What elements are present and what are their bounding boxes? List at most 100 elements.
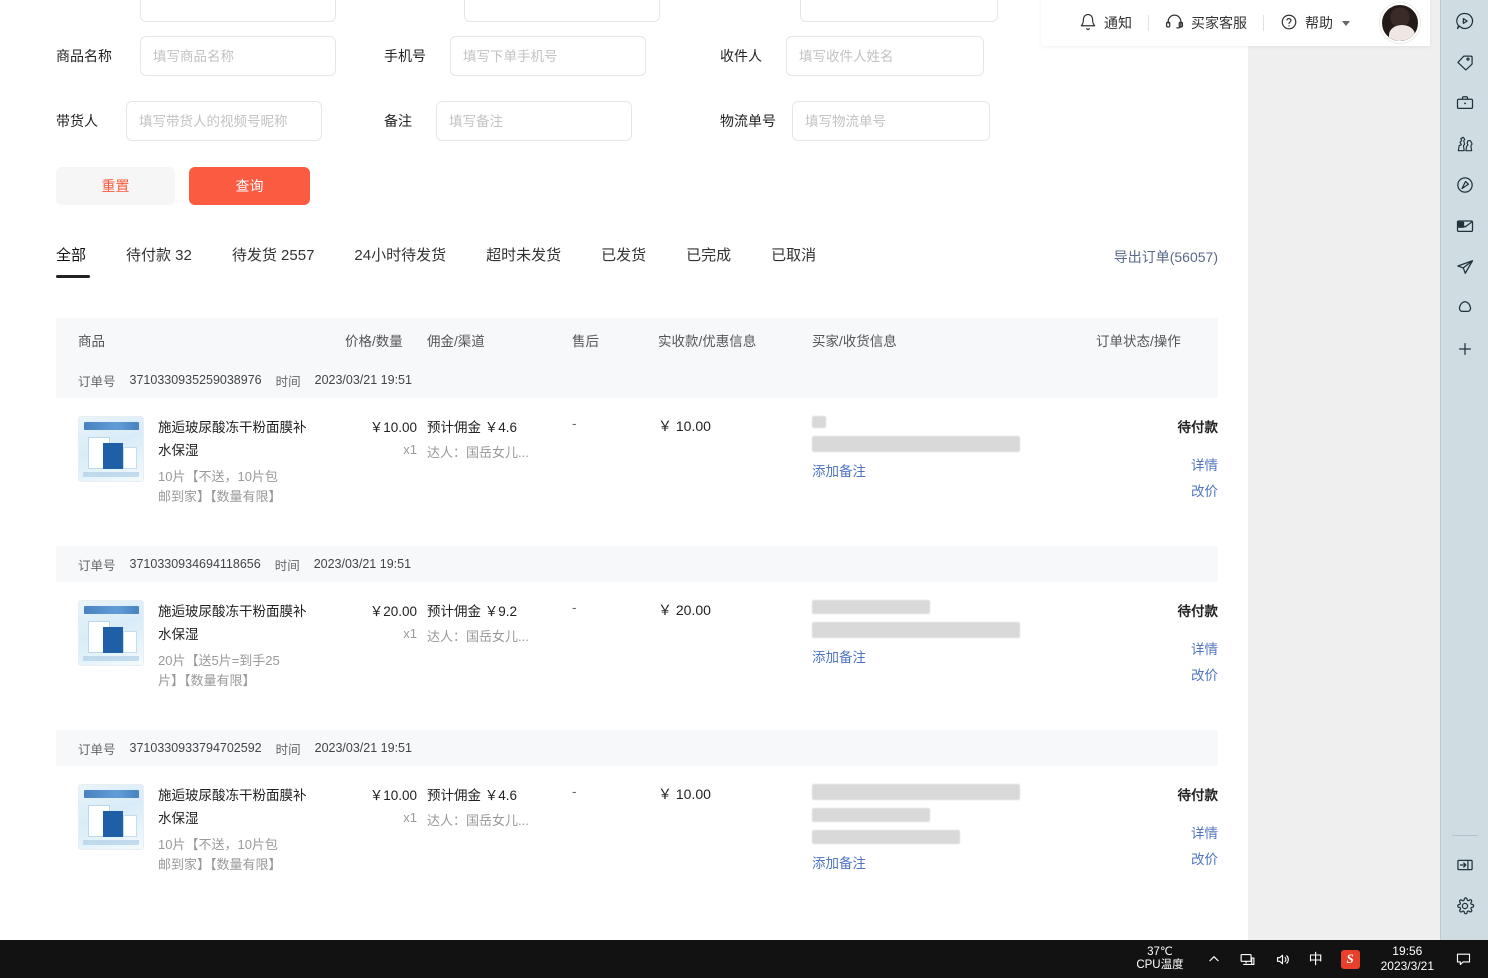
cell-product[interactable]: 施逅玻尿酸冻干粉面膜补水保湿 10片【不送，10片包邮到家】【数量有限】 <box>78 784 328 875</box>
thumb-title-bar <box>84 422 139 430</box>
thumb-title-bar <box>84 606 139 614</box>
search-input-remark[interactable] <box>436 101 632 141</box>
buyer-address-redacted <box>812 436 1020 452</box>
search-input-tracking-no[interactable] <box>792 101 990 141</box>
search-input-phone[interactable] <box>450 36 646 76</box>
cpu-temperature-widget[interactable]: 37℃ CPU温度 <box>1122 940 1197 978</box>
product-thumbnail[interactable] <box>78 416 144 482</box>
commission-value: 预计佣金 ￥9.2 <box>427 600 567 620</box>
plus-icon[interactable] <box>1445 328 1485 369</box>
sogou-input-button[interactable]: S <box>1332 940 1369 978</box>
detail-link[interactable]: 详情 <box>1096 454 1218 474</box>
col-header-commission-channel: 佣金/渠道 <box>427 330 485 350</box>
modify-price-link[interactable]: 改价 <box>1096 480 1218 500</box>
tab-overdue-unshipped[interactable]: 超时未发货 <box>486 246 561 278</box>
table-row: 施逅玻尿酸冻干粉面膜补水保湿 20片【送5片=到手25片】【数量有限】 ￥20.… <box>56 582 1218 730</box>
tab-pending-shipment[interactable]: 待发货 2557 <box>232 246 315 278</box>
tab-all[interactable]: 全部 <box>56 246 86 278</box>
buyer-service-button[interactable]: 买家客服 <box>1149 12 1263 34</box>
cell-product[interactable]: 施逅玻尿酸冻干粉面膜补水保湿 10片【不送，10片包邮到家】【数量有限】 <box>78 416 328 507</box>
notification-bubble-icon <box>1455 951 1472 968</box>
status-badge: 待付款 <box>1096 600 1218 620</box>
search-input-receiver[interactable] <box>786 36 984 76</box>
search-input-promoter[interactable] <box>126 101 322 141</box>
clock-date: 2023/3/21 <box>1381 959 1434 974</box>
add-note-link[interactable]: 添加备注 <box>812 852 1082 872</box>
collapse-panel-icon[interactable] <box>1445 844 1485 885</box>
help-menu-button[interactable]: 帮助 <box>1264 13 1366 34</box>
page-background <box>1248 0 1440 940</box>
cloud-icon[interactable] <box>1445 287 1485 328</box>
order-management-page: 商品名称 手机号 收件人 带货人 备注 物流单号 <box>0 0 1248 940</box>
modify-price-link[interactable]: 改价 <box>1096 848 1218 868</box>
buyer-name-redacted <box>812 600 930 614</box>
commission-value: 预计佣金 ￥4.6 <box>427 416 567 436</box>
product-name: 施逅玻尿酸冻干粉面膜补水保湿 <box>158 784 318 830</box>
order-block: 订单号 3710330935259038976 时间 2023/03/21 19… <box>56 362 1218 546</box>
product-thumbnail[interactable] <box>78 600 144 666</box>
product-thumbnail[interactable] <box>78 784 144 850</box>
detail-link[interactable]: 详情 <box>1096 638 1218 658</box>
thumb-box-2 <box>103 627 123 653</box>
cell-price-qty: ￥10.00 x1 <box>345 416 417 457</box>
order-no-label: 订单号 <box>78 555 116 574</box>
modify-price-link[interactable]: 改价 <box>1096 664 1218 684</box>
cell-product[interactable]: 施逅玻尿酸冻干粉面膜补水保湿 20片【送5片=到手25片】【数量有限】 <box>78 600 328 691</box>
field-label-product-name: 商品名称 <box>56 36 112 76</box>
clock-widget[interactable]: 19:56 2023/3/21 <box>1369 940 1446 978</box>
thumb-footer-bar <box>83 656 139 661</box>
ime-language-button[interactable]: 中 <box>1300 940 1332 978</box>
add-note-link[interactable]: 添加备注 <box>812 646 1082 666</box>
tag-icon[interactable] <box>1445 41 1485 82</box>
notifications-button[interactable]: 通知 <box>1063 13 1148 34</box>
export-orders-link[interactable]: 导出订单(56057) <box>1114 247 1218 267</box>
chevron-down-icon <box>1342 21 1350 26</box>
screen: 商品名称 手机号 收件人 带货人 备注 物流单号 <box>0 0 1488 978</box>
thumb-box-2 <box>103 443 123 469</box>
paper-plane-icon[interactable] <box>1445 246 1485 287</box>
cell-buyer-info: 添加备注 <box>812 600 1082 666</box>
detail-link[interactable]: 详情 <box>1096 822 1218 842</box>
cell-status-actions: 待付款 详情 改价 <box>1096 600 1218 684</box>
tab-completed[interactable]: 已完成 <box>686 246 731 278</box>
field-remark: 备注 <box>384 101 632 141</box>
cut-off-input-3[interactable] <box>800 0 998 22</box>
wechat-channels-icon[interactable] <box>1445 0 1485 41</box>
network-button[interactable] <box>1230 940 1265 978</box>
daren-value: 达人：国岳女儿... <box>427 442 567 461</box>
col-header-buyer-shipping: 买家/收货信息 <box>812 330 897 350</box>
briefcase-icon[interactable] <box>1445 82 1485 123</box>
brand-b-icon[interactable] <box>1445 164 1485 205</box>
reset-button[interactable]: 重置 <box>56 167 175 205</box>
search-button[interactable]: 查询 <box>189 167 310 205</box>
mail-icon[interactable] <box>1445 205 1485 246</box>
buyer-name-redacted <box>812 784 1020 800</box>
product-name: 施逅玻尿酸冻干粉面膜补水保湿 <box>158 416 318 462</box>
avatar[interactable] <box>1380 3 1420 43</box>
volume-button[interactable] <box>1265 940 1300 978</box>
volume-icon <box>1274 951 1291 968</box>
action-center-button[interactable] <box>1446 940 1488 978</box>
cut-off-input-1[interactable] <box>140 0 336 22</box>
quantity-value: x1 <box>345 810 417 825</box>
cut-off-input-2[interactable] <box>464 0 660 22</box>
buyer-address-redacted <box>812 830 960 844</box>
add-note-link[interactable]: 添加备注 <box>812 460 1082 480</box>
cell-status-actions: 待付款 详情 改价 <box>1096 416 1218 500</box>
windows-taskbar: 37℃ CPU温度 中 S 19:56 2023/3/21 <box>0 940 1488 978</box>
tab-cancelled[interactable]: 已取消 <box>771 246 816 278</box>
field-label-promoter: 带货人 <box>56 101 98 141</box>
order-header: 订单号 3710330933794702592 时间 2023/03/21 19… <box>56 730 1218 766</box>
tab-24h-pending-shipment[interactable]: 24小时待发货 <box>354 246 446 278</box>
tab-list: 全部 待付款 32 待发货 2557 24小时待发货 超时未发货 已发货 已完成… <box>56 246 1218 278</box>
thumb-box-3 <box>123 631 137 653</box>
cell-price-qty: ￥10.00 x1 <box>345 784 417 825</box>
chess-icon[interactable] <box>1445 123 1485 164</box>
search-input-product-name[interactable] <box>140 36 336 76</box>
gear-icon[interactable] <box>1445 885 1485 926</box>
cell-after-sale: - <box>572 416 577 431</box>
show-hidden-icons-button[interactable] <box>1198 940 1230 978</box>
tab-pending-payment[interactable]: 待付款 32 <box>126 246 192 278</box>
account-header-bar: 通知 买家客服 帮助 <box>1041 0 1430 46</box>
tab-shipped[interactable]: 已发货 <box>601 246 646 278</box>
